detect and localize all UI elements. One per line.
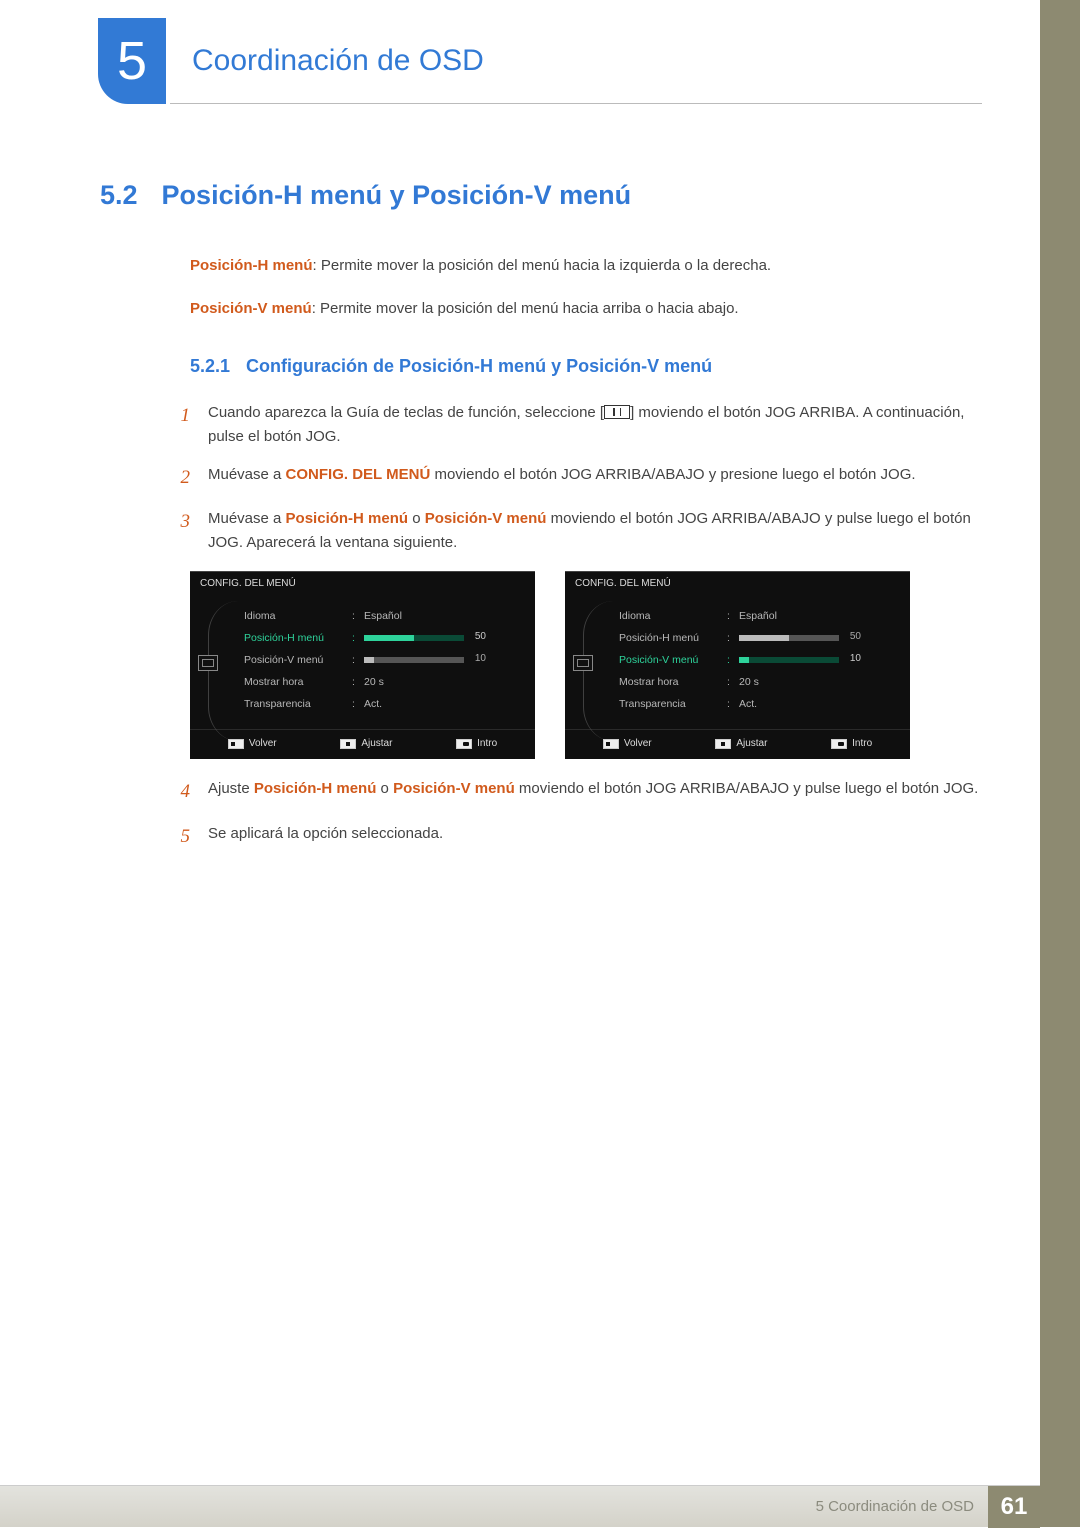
page-content: 5.2 Posición-H menú y Posición-V menú Po… — [100, 180, 982, 866]
step-number: 1 — [170, 401, 190, 449]
intro-para-2: Posición-V menú: Permite mover la posici… — [190, 298, 982, 321]
step2-text-b: moviendo el botón JOG ARRIBA/ABAJO y pre… — [430, 466, 915, 483]
osd-label-posv: Posición-V menú — [619, 654, 721, 666]
osd-panel-posh: CONFIG. DEL MENÚ Idioma:Español Posición… — [190, 571, 535, 759]
osd-label-mostrar: Mostrar hora — [619, 676, 721, 688]
step4-key1: Posición-H menú — [254, 780, 377, 797]
page-footer: 5 Coordinación de OSD 61 — [0, 1485, 1040, 1527]
step-5: 5 Se aplicará la opción seleccionada. — [170, 822, 982, 852]
step-number: 3 — [170, 507, 190, 555]
subsection-title: Configuración de Posición-H menú y Posic… — [246, 356, 712, 377]
osd-label-posh: Posición-H menú — [619, 632, 721, 644]
right-margin-bar — [1040, 0, 1080, 1527]
posicion-h-key: Posición-H menú — [190, 257, 313, 274]
back-icon — [603, 739, 619, 749]
osd-slider-posv: 10 — [364, 657, 464, 663]
osd-foot-ajustar: Ajustar — [361, 738, 392, 749]
osd-menu-icon — [573, 655, 593, 671]
step-4: 4 Ajuste Posición-H menú o Posición-V me… — [170, 777, 982, 807]
step2-key: CONFIG. DEL MENÚ — [286, 466, 431, 483]
osd-label-posv: Posición-V menú — [244, 654, 346, 666]
step5-text: Se aplicará la opción seleccionada. — [208, 822, 982, 852]
osd-slider-posh-value: 50 — [475, 631, 486, 642]
step4-key2: Posición-V menú — [393, 780, 515, 797]
steps-list: 1 Cuando aparezca la Guía de teclas de f… — [170, 401, 982, 555]
osd-label-trans: Transparencia — [619, 698, 721, 710]
adjust-icon — [340, 739, 356, 749]
back-icon — [228, 739, 244, 749]
step1-text-a: Cuando aparezca la Guía de teclas de fun… — [208, 404, 604, 421]
osd-val-mostrar: 20 s — [739, 676, 900, 688]
osd-title: CONFIG. DEL MENÚ — [190, 571, 535, 595]
step4-mid: o — [376, 780, 393, 797]
osd-slider-posh: 50 — [739, 635, 839, 641]
enter-icon — [456, 739, 472, 749]
section-heading: 5.2 Posición-H menú y Posición-V menú — [100, 180, 982, 211]
section-title: Posición-H menú y Posición-V menú — [162, 180, 632, 211]
step3-key2: Posición-V menú — [425, 510, 547, 527]
osd-val-trans: Act. — [364, 698, 525, 710]
osd-slider-posv-value: 10 — [850, 653, 861, 664]
subsection-number: 5.2.1 — [190, 356, 230, 377]
osd-screenshots: CONFIG. DEL MENÚ Idioma:Español Posición… — [190, 571, 982, 759]
chapter-number-tab: 5 — [98, 18, 166, 104]
step3-text-a: Muévase a — [208, 510, 286, 527]
osd-val-mostrar: 20 s — [364, 676, 525, 688]
osd-foot-volver: Volver — [624, 738, 652, 749]
osd-foot-volver: Volver — [249, 738, 277, 749]
step-3: 3 Muévase a Posición-H menú o Posición-V… — [170, 507, 982, 555]
osd-panel-posv: CONFIG. DEL MENÚ Idioma:Español Posición… — [565, 571, 910, 759]
osd-label-posh: Posición-H menú — [244, 632, 346, 644]
osd-title: CONFIG. DEL MENÚ — [565, 571, 910, 595]
osd-slider-posh: 50 — [364, 635, 464, 641]
osd-menu-icon — [198, 655, 218, 671]
intro-p1-text: : Permite mover la posición del menú hac… — [313, 257, 772, 274]
osd-label-trans: Transparencia — [244, 698, 346, 710]
osd-val-trans: Act. — [739, 698, 900, 710]
footer-chapter-label: 5 Coordinación de OSD — [816, 1498, 988, 1515]
step-number: 4 — [170, 777, 190, 807]
step4-text-a: Ajuste — [208, 780, 254, 797]
osd-label-mostrar: Mostrar hora — [244, 676, 346, 688]
intro-p2-text: : Permite mover la posición del menú hac… — [312, 300, 739, 317]
osd-label-idioma: Idioma — [619, 610, 721, 622]
osd-foot-intro: Intro — [852, 738, 872, 749]
section-number: 5.2 — [100, 180, 138, 211]
chapter-header: Coordinación de OSD — [170, 18, 982, 104]
menu-icon — [604, 405, 630, 419]
step-number: 5 — [170, 822, 190, 852]
posicion-v-key: Posición-V menú — [190, 300, 312, 317]
osd-footer: Volver Ajustar Intro — [565, 730, 910, 753]
osd-val-idioma: Español — [364, 610, 525, 622]
osd-val-idioma: Español — [739, 610, 900, 622]
step-1: 1 Cuando aparezca la Guía de teclas de f… — [170, 401, 982, 449]
subsection-heading: 5.2.1 Configuración de Posición-H menú y… — [190, 356, 982, 377]
osd-slider-posv: 10 — [739, 657, 839, 663]
adjust-icon — [715, 739, 731, 749]
osd-footer: Volver Ajustar Intro — [190, 730, 535, 753]
osd-label-idioma: Idioma — [244, 610, 346, 622]
intro-para-1: Posición-H menú: Permite mover la posici… — [190, 255, 982, 278]
osd-foot-intro: Intro — [477, 738, 497, 749]
step4-text-b: moviendo el botón JOG ARRIBA/ABAJO y pul… — [515, 780, 979, 797]
step-number: 2 — [170, 463, 190, 493]
step-2: 2 Muévase a CONFIG. DEL MENÚ moviendo el… — [170, 463, 982, 493]
osd-slider-posv-value: 10 — [475, 653, 486, 664]
osd-slider-posh-value: 50 — [850, 631, 861, 642]
osd-curve — [208, 601, 238, 741]
enter-icon — [831, 739, 847, 749]
step3-key1: Posición-H menú — [286, 510, 409, 527]
osd-curve — [583, 601, 613, 741]
step3-mid: o — [408, 510, 425, 527]
footer-page-number: 61 — [988, 1486, 1040, 1528]
osd-foot-ajustar: Ajustar — [736, 738, 767, 749]
step2-text-a: Muévase a — [208, 466, 286, 483]
steps-list-continued: 4 Ajuste Posición-H menú o Posición-V me… — [170, 777, 982, 852]
chapter-title: Coordinación de OSD — [170, 44, 484, 78]
